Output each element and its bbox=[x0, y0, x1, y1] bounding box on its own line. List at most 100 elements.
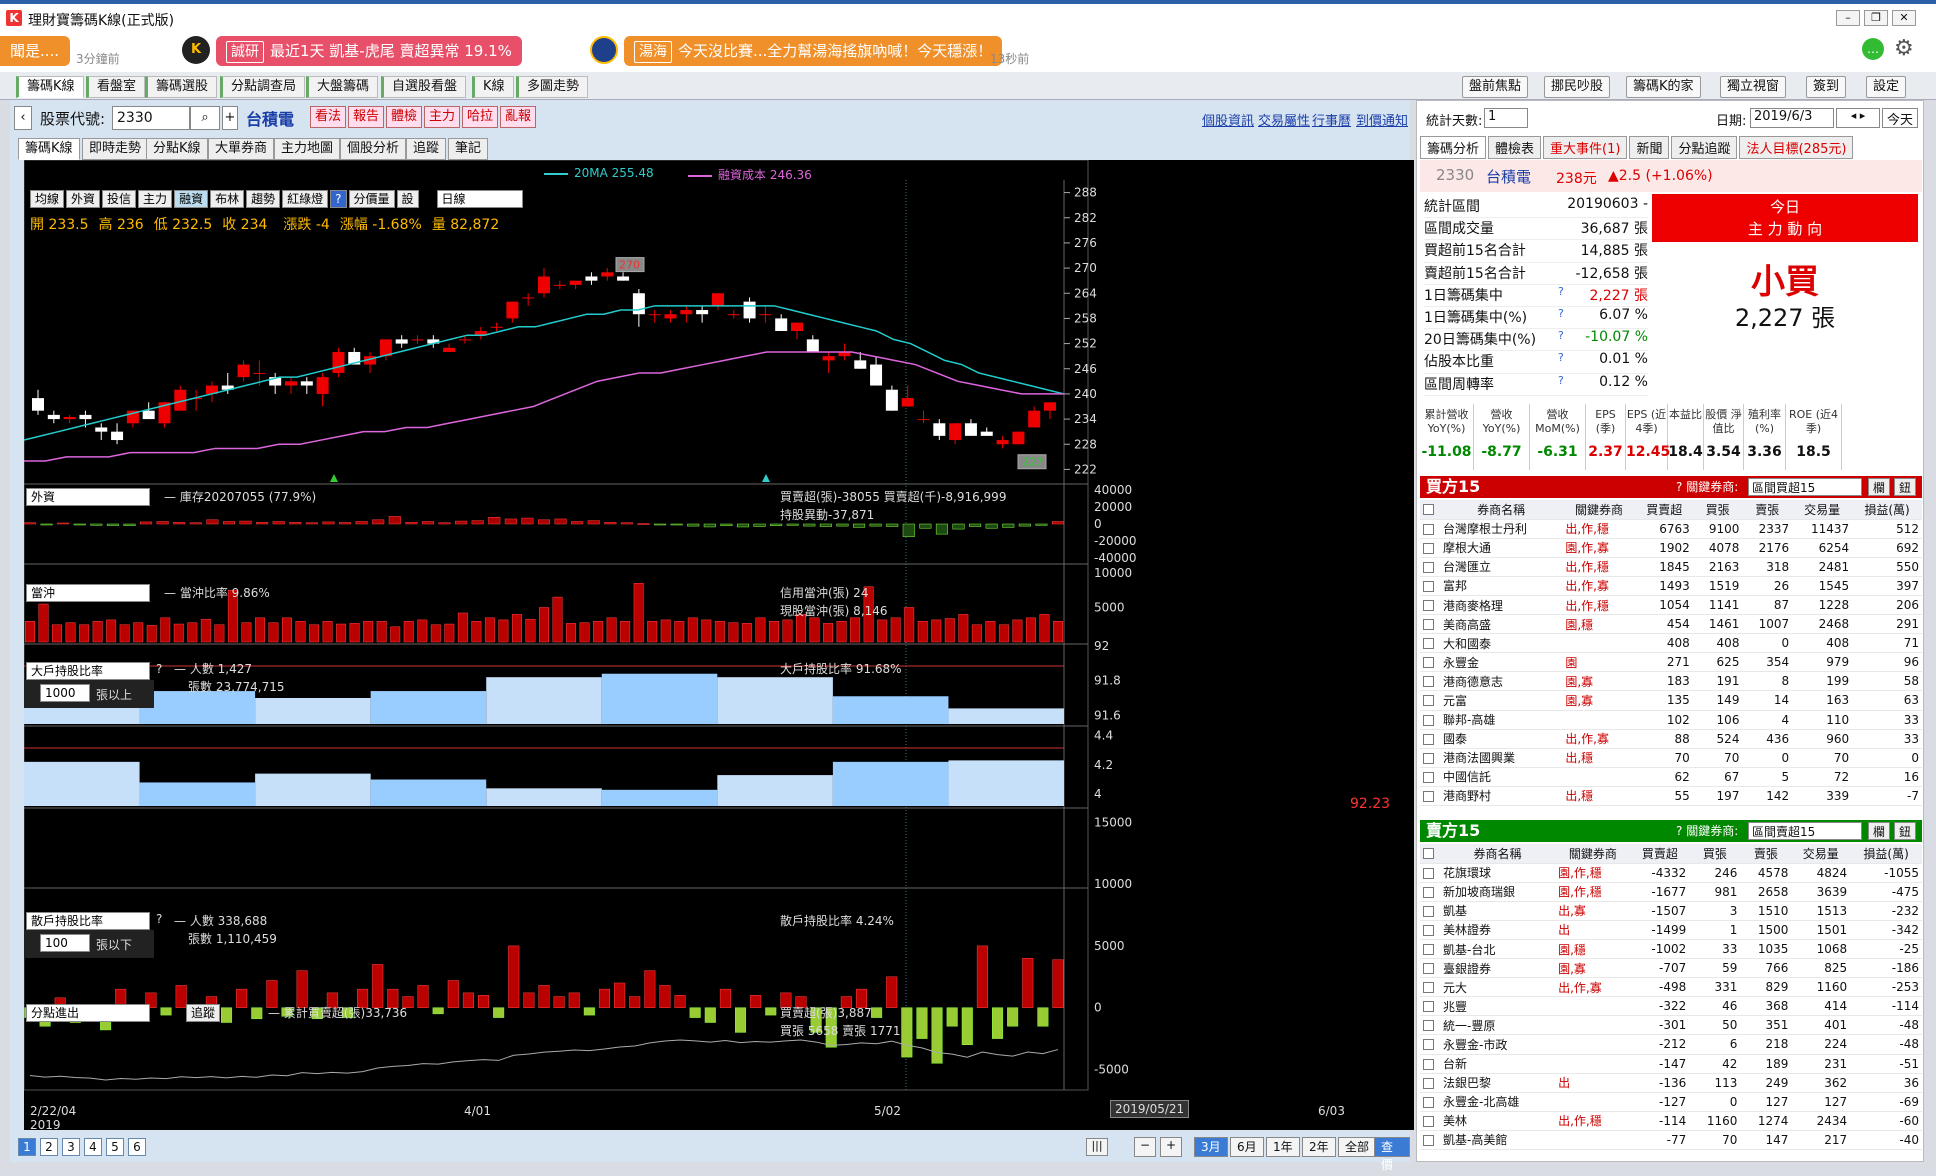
checkup-button[interactable]: 體檢 bbox=[386, 106, 423, 128]
table-row[interactable]: 摩根大通 園,作,寡 1902 4078 2176 6254 692 bbox=[1420, 538, 1922, 558]
rtab-news[interactable]: 新聞 bbox=[1629, 136, 1670, 159]
table-row[interactable]: 凱基-台北 園,穩 -1002 33 1035 1068 -25 bbox=[1420, 939, 1922, 960]
calendar-link[interactable]: 行事曆 bbox=[1312, 110, 1351, 129]
big-holder-select[interactable]: 大戶持股比率 bbox=[26, 662, 150, 680]
restore-button[interactable]: ❐ bbox=[1864, 10, 1888, 26]
check-all-checkbox[interactable] bbox=[1423, 504, 1434, 516]
buy15-btn-button[interactable]: 鈕 bbox=[1894, 478, 1916, 496]
page-3[interactable]: 3 bbox=[62, 1138, 80, 1156]
tab-multi-chart[interactable]: 多圖走勢 bbox=[516, 76, 589, 98]
period-select[interactable]: 日線 bbox=[436, 190, 523, 208]
retail-select[interactable]: 散戶持股比率 bbox=[26, 912, 150, 930]
tab-chip-kline[interactable]: 籌碼K線 bbox=[16, 76, 84, 98]
table-row[interactable]: 永豐金-市政 -212 6 218 224 -48 bbox=[1420, 1034, 1922, 1055]
col-header[interactable]: 關鍵券商 bbox=[1555, 844, 1631, 864]
page-4[interactable]: 4 bbox=[84, 1138, 102, 1156]
row-checkbox[interactable] bbox=[1423, 1115, 1434, 1127]
search-icon[interactable]: ⌕ bbox=[190, 106, 220, 130]
retail-help-icon[interactable]: ? bbox=[156, 912, 162, 926]
row-checkbox[interactable] bbox=[1423, 1058, 1434, 1070]
ma-button[interactable]: 均線 bbox=[30, 190, 65, 208]
table-row[interactable]: 大和國泰 408 408 0 408 71 bbox=[1420, 633, 1922, 654]
table-row[interactable]: 富邦 出,作,寡 1493 1519 26 1545 397 bbox=[1420, 576, 1922, 596]
sell15-btn-button[interactable]: 鈕 bbox=[1894, 822, 1916, 840]
chart-area[interactable]: 288 282 276 270 264 258 252 246 240 234 228 222 270 2… bbox=[24, 160, 1414, 1130]
report-button[interactable]: 報告 bbox=[348, 106, 385, 128]
foreign-select[interactable]: 外資 bbox=[26, 488, 150, 506]
chipk-home-button[interactable]: 籌碼K的家 bbox=[1626, 76, 1701, 98]
help-icon[interactable]: ? bbox=[330, 190, 347, 208]
table-row[interactable]: 聯邦-高雄 102 106 4 110 33 bbox=[1420, 710, 1922, 730]
table-row[interactable]: 台灣匯立 出,作,穩 1845 2163 318 2481 550 bbox=[1420, 557, 1922, 577]
table-row[interactable]: 美林 出,作,穩 -114 1160 1274 2434 -60 bbox=[1420, 1111, 1922, 1131]
query-price-button[interactable]: 查價 bbox=[1374, 1137, 1410, 1172]
table-row[interactable]: 統一-豐原 -301 50 351 401 -48 bbox=[1420, 1015, 1922, 1036]
help-icon[interactable]: ? bbox=[1558, 351, 1564, 364]
row-checkbox[interactable] bbox=[1423, 790, 1434, 802]
row-checkbox[interactable] bbox=[1423, 542, 1434, 554]
row-checkbox[interactable] bbox=[1423, 657, 1434, 669]
col-header[interactable]: 券商名稱 bbox=[1440, 500, 1563, 520]
row-checkbox[interactable] bbox=[1423, 867, 1434, 879]
row-checkbox[interactable] bbox=[1423, 982, 1434, 994]
col-header[interactable]: 券商名稱 bbox=[1440, 844, 1556, 864]
rtab-chip-analysis[interactable]: 籌碼分析 bbox=[1420, 136, 1487, 159]
main-force-button[interactable]: 主力 bbox=[424, 106, 461, 128]
row-checkbox[interactable] bbox=[1423, 1134, 1434, 1146]
table-row[interactable]: 美林證券出 -1499 1 1500 1501 -342 bbox=[1420, 920, 1922, 940]
big-holder-threshold[interactable]: 1000 bbox=[40, 684, 90, 702]
close-button[interactable]: ✕ bbox=[1892, 10, 1916, 26]
col-header[interactable]: 交易量 bbox=[1791, 844, 1851, 864]
col-header[interactable]: 損益(萬) bbox=[1850, 844, 1922, 864]
subtab-intraday[interactable]: 即時走勢 bbox=[82, 138, 149, 160]
rtab-branch-track[interactable]: 分點追蹤 bbox=[1671, 136, 1738, 159]
date-stepper-icon[interactable]: ◂ ▸ bbox=[1836, 108, 1880, 128]
row-checkbox[interactable] bbox=[1423, 638, 1434, 650]
margin-button[interactable]: 融資 bbox=[174, 190, 209, 208]
col-header[interactable]: 買張 bbox=[1689, 844, 1741, 864]
row-checkbox[interactable] bbox=[1423, 733, 1434, 745]
buy15-col-button[interactable]: 欄 bbox=[1868, 478, 1890, 496]
gear-icon[interactable]: ⚙ bbox=[1894, 36, 1914, 61]
subtab-analysis[interactable]: 個股分析 bbox=[340, 138, 407, 160]
row-checkbox[interactable] bbox=[1423, 600, 1434, 612]
help-icon[interactable]: ? bbox=[1558, 374, 1564, 387]
premarket-button[interactable]: 盤前焦點 bbox=[1462, 76, 1529, 98]
tab-market-room[interactable]: 看盤室 bbox=[86, 76, 146, 98]
row-checkbox[interactable] bbox=[1423, 771, 1434, 783]
table-row[interactable]: 中國信託 62 67 5 72 16 bbox=[1420, 767, 1922, 787]
foreign-button[interactable]: 外資 bbox=[66, 190, 101, 208]
subtab-track[interactable]: 追蹤 bbox=[406, 138, 447, 160]
traffic-light-button[interactable]: 紅綠燈 bbox=[282, 190, 329, 208]
daytrade-select[interactable]: 當沖 bbox=[26, 584, 150, 602]
row-checkbox[interactable] bbox=[1423, 1020, 1434, 1032]
range-all[interactable]: 全部 bbox=[1338, 1137, 1377, 1157]
scroll-icon[interactable]: ||| bbox=[1086, 1138, 1108, 1156]
bollinger-button[interactable]: 布林 bbox=[210, 190, 245, 208]
range-2y[interactable]: 2年 bbox=[1302, 1137, 1336, 1157]
chat-icon[interactable]: … bbox=[1862, 38, 1884, 60]
table-row[interactable]: 台灣摩根士丹利 出,作,穩 6763 9100 2337 11437 512 bbox=[1420, 519, 1922, 539]
row-checkbox[interactable] bbox=[1423, 944, 1434, 956]
row-checkbox[interactable] bbox=[1423, 886, 1434, 898]
subtab-big-broker[interactable]: 大單券商 bbox=[208, 138, 275, 160]
col-header[interactable]: 賣張 bbox=[1742, 500, 1793, 520]
back-icon[interactable]: ‹ bbox=[14, 106, 32, 130]
page-5[interactable]: 5 bbox=[106, 1138, 124, 1156]
table-row[interactable]: 元大 出,作,寡 -498 331 829 1160 -253 bbox=[1420, 977, 1922, 998]
big-holder-help-icon[interactable]: ? bbox=[156, 662, 162, 676]
row-checkbox[interactable] bbox=[1423, 1096, 1434, 1108]
col-header[interactable]: 交易量 bbox=[1792, 500, 1853, 520]
table-row[interactable]: 兆豐 -322 46 368 414 -114 bbox=[1420, 996, 1922, 1017]
force-button[interactable]: 主力 bbox=[138, 190, 173, 208]
stat-days-select[interactable]: 1 bbox=[1484, 108, 1528, 128]
trade-attr-link[interactable]: 交易屬性 bbox=[1258, 110, 1310, 129]
table-row[interactable]: 永豐金-北高雄 -127 0 127 127 -69 bbox=[1420, 1092, 1922, 1112]
subtab-chip-kline[interactable]: 籌碼K線 bbox=[18, 138, 80, 160]
news-item-2[interactable]: 誠研 最近1天 凱基-虎尾 賣超異常 19.1% bbox=[216, 36, 522, 66]
row-checkbox[interactable] bbox=[1423, 1001, 1434, 1013]
table-row[interactable]: 港商麥格理 出,作,穩 1054 1141 87 1228 206 bbox=[1420, 595, 1922, 616]
row-checkbox[interactable] bbox=[1423, 905, 1434, 917]
add-icon[interactable]: + bbox=[222, 106, 238, 130]
table-row[interactable]: 台新 -147 42 189 231 -51 bbox=[1420, 1054, 1922, 1074]
